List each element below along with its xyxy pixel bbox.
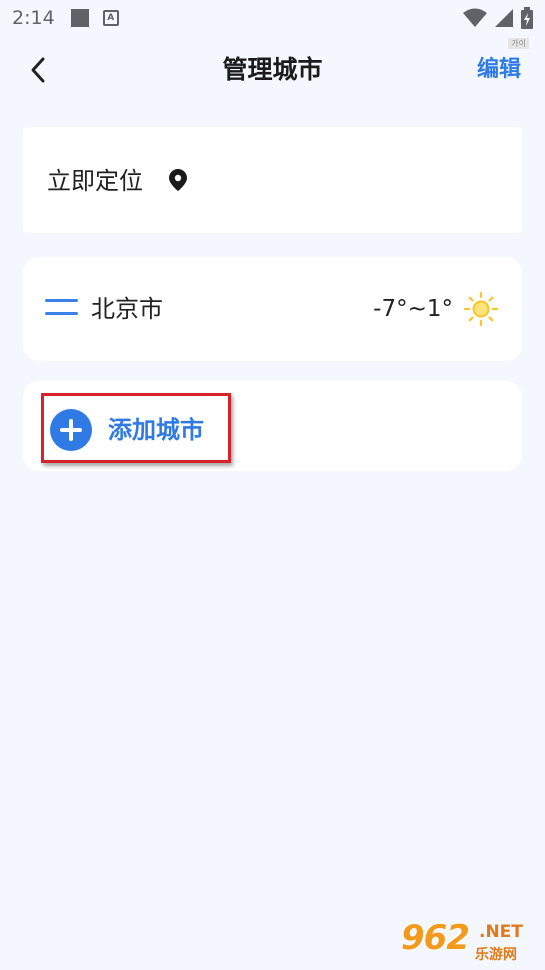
wifi-icon: [463, 8, 487, 27]
plus-circle-icon: [50, 409, 92, 451]
status-bar: 2:14 A: [0, 0, 545, 36]
location-pin-icon: [169, 169, 187, 191]
top-bar: 管理城市 编辑 가이: [0, 36, 545, 108]
watermark-suffix: .NET: [479, 922, 523, 942]
sun-icon: [464, 292, 498, 326]
status-time: 2:14: [12, 7, 55, 29]
watermark-logo: 962 .NET 乐游网: [401, 916, 537, 966]
square-notification-icon: [70, 9, 89, 27]
watermark-number: 962: [401, 918, 470, 958]
corner-tag: 가이: [508, 38, 529, 49]
watermark-sub: 乐游网: [475, 947, 517, 963]
locate-now-card[interactable]: 立即定位: [23, 127, 522, 233]
add-city-label: 添加城市: [108, 416, 204, 444]
signal-icon: [495, 9, 513, 27]
city-temperature: -7°~1°: [373, 296, 453, 322]
city-item-beijing[interactable]: 北京市 -7°~1°: [23, 257, 522, 361]
drag-handle-icon[interactable]: [45, 299, 78, 317]
city-name: 北京市: [91, 295, 163, 323]
add-city-button[interactable]: 添加城市: [41, 393, 231, 463]
a-notification-icon: A: [102, 10, 119, 26]
battery-icon: [521, 7, 533, 29]
edit-button[interactable]: 编辑: [477, 50, 521, 90]
add-city-card: 添加城市: [23, 381, 522, 471]
page-title: 管理城市: [222, 55, 323, 84]
locate-now-label: 立即定位: [47, 167, 143, 195]
